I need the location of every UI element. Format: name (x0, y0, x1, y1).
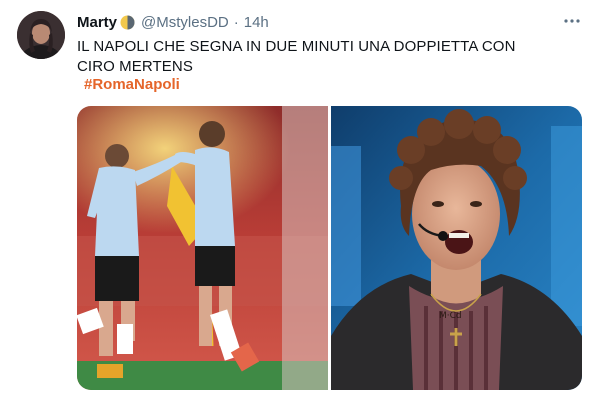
media-grid: M·Cd (77, 106, 582, 390)
timestamp[interactable]: 14h (244, 14, 269, 31)
tweet-header: Marty @MstylesDD · 14h (77, 12, 269, 32)
separator-dot: · (233, 13, 239, 31)
moon-icon (120, 15, 135, 30)
avatar[interactable] (17, 11, 65, 59)
football-celebration-photo[interactable] (77, 106, 328, 390)
display-name[interactable]: Marty (77, 14, 117, 31)
next-tweet-preview (0, 406, 614, 413)
svg-text:M·Cd: M·Cd (439, 311, 462, 321)
tweet-text: IL NAPOLI CHE SEGNA IN DUE MINUTI UNA DO… (77, 38, 516, 75)
hashtag-link[interactable]: #RomaNapoli (84, 75, 180, 95)
singer-with-headset-mic-photo[interactable]: M·Cd (331, 106, 582, 390)
user-handle[interactable]: @MstylesDD (141, 14, 229, 31)
tweet-card[interactable]: Marty @MstylesDD · 14h IL NAPOLI CHE SEG… (0, 0, 614, 413)
more-horizontal-icon[interactable] (562, 14, 582, 28)
